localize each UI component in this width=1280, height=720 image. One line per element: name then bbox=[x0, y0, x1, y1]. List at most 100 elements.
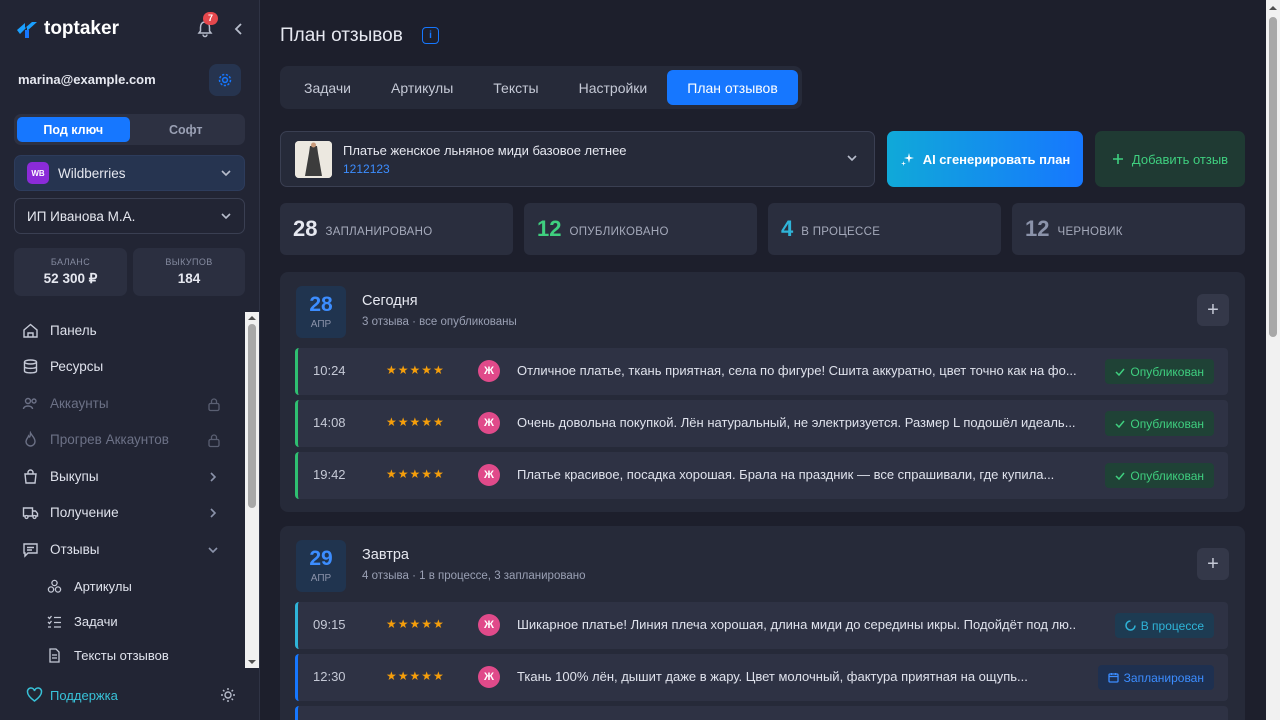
scroll-up-icon[interactable] bbox=[245, 313, 259, 323]
review-row[interactable]: 10:24 ★★★★★ Ж Отличное платье, ткань при… bbox=[295, 348, 1228, 395]
day-title: Сегодня bbox=[362, 293, 418, 309]
calendar-icon bbox=[1108, 673, 1119, 683]
review-row[interactable]: 14:08 ★★★★★ Ж Очень довольна покупкой. Л… bbox=[295, 400, 1228, 447]
support-label: Поддержка bbox=[50, 687, 118, 703]
ai-generate-label: AI сгенерировать план bbox=[922, 151, 1071, 167]
summary-in-progress: 4 В ПРОЦЕССЕ bbox=[768, 203, 1001, 255]
review-text: Очень довольна покупкой. Лён натуральный… bbox=[517, 415, 1076, 430]
status-badge: Опубликован bbox=[1105, 411, 1214, 436]
day-group-today: 28 АПР Сегодня 3 отзыва · все опубликова… bbox=[280, 272, 1245, 512]
status-label: Опубликован bbox=[1130, 364, 1204, 379]
day-group-tomorrow: 29 АПР Завтра 4 отзыва · 1 в процессе, 3… bbox=[280, 526, 1245, 720]
sidebar-subitem-label: Тексты отзывов bbox=[74, 648, 169, 663]
tab-settings[interactable]: Настройки bbox=[559, 70, 668, 105]
sidebar-item-accounts[interactable]: Аккаунты bbox=[22, 395, 109, 412]
date-day: 29 bbox=[309, 547, 333, 570]
sidebar-item-purchases[interactable]: Выкупы bbox=[22, 468, 99, 485]
review-row[interactable]: 19:42 ★★★★★ Ж Платье красивое, посадка х… bbox=[295, 452, 1228, 499]
support-link[interactable]: Поддержка bbox=[26, 687, 118, 703]
purchases-label: ВЫКУПОВ bbox=[165, 257, 213, 267]
add-review-to-day-button[interactable]: + bbox=[1197, 548, 1229, 580]
brand-name: toptaker bbox=[44, 18, 119, 39]
spinner-icon bbox=[1124, 620, 1136, 631]
sidebar-item-label: Отзывы bbox=[50, 542, 100, 557]
sidebar-subitem-tasks[interactable]: Задачи bbox=[46, 613, 118, 630]
scroll-thumb[interactable] bbox=[248, 324, 256, 508]
summary-label: ЗАПЛАНИРОВАНО bbox=[325, 226, 433, 238]
sidebar-item-label: Выкупы bbox=[50, 469, 99, 484]
review-time: 12:30 bbox=[313, 669, 346, 684]
summary-count: 12 bbox=[1025, 216, 1050, 241]
sidebar-subitem-articles[interactable]: Артикулы bbox=[46, 578, 132, 595]
review-row[interactable] bbox=[295, 706, 1228, 720]
page-scrollbar[interactable] bbox=[1266, 0, 1280, 720]
mode-turnkey[interactable]: Под ключ bbox=[17, 117, 130, 142]
tab-articles[interactable]: Артикулы bbox=[371, 70, 473, 105]
lock-icon bbox=[208, 398, 220, 412]
check-icon bbox=[1115, 472, 1125, 480]
tasks-icon bbox=[47, 615, 61, 628]
lock-icon bbox=[208, 434, 220, 448]
tab-tasks[interactable]: Задачи bbox=[284, 70, 371, 105]
balance-label: БАЛАНС bbox=[50, 257, 91, 267]
tab-review-plan[interactable]: План отзывов bbox=[667, 70, 798, 105]
scroll-down-icon[interactable] bbox=[245, 657, 259, 667]
review-row[interactable]: 12:30 ★★★★★ Ж Ткань 100% лён, дышит даже… bbox=[295, 654, 1228, 701]
status-label: В процессе bbox=[1140, 618, 1204, 633]
flame-icon bbox=[25, 431, 36, 447]
sidebar-item-panel[interactable]: Панель bbox=[22, 322, 97, 339]
tab-texts[interactable]: Тексты bbox=[473, 70, 558, 105]
mode-soft[interactable]: Софт bbox=[130, 117, 243, 142]
theme-toggle-icon[interactable] bbox=[220, 687, 236, 703]
date-day: 28 bbox=[309, 293, 333, 316]
day-subtitle: 4 отзыва · 1 в процессе, 3 запланировано bbox=[362, 570, 586, 582]
summary-count: 28 bbox=[293, 216, 318, 241]
gender-badge: Ж bbox=[478, 360, 500, 382]
tab-bar: Задачи Артикулы Тексты Настройки План от… bbox=[280, 66, 802, 109]
sparkles-icon bbox=[900, 152, 914, 166]
scroll-up-icon[interactable] bbox=[1266, 2, 1280, 14]
sidebar-item-label: Получение bbox=[50, 505, 119, 520]
entity-select[interactable]: ИП Иванова М.А. bbox=[14, 198, 245, 234]
marketplace-name: Wildberries bbox=[58, 165, 126, 181]
wildberries-logo: WB bbox=[27, 162, 49, 184]
info-icon[interactable]: i bbox=[422, 27, 439, 44]
summary-count: 4 bbox=[781, 216, 794, 241]
chat-icon bbox=[23, 543, 38, 558]
collapse-sidebar-icon[interactable] bbox=[232, 22, 244, 36]
truck-icon bbox=[22, 507, 39, 520]
logo[interactable]: toptaker bbox=[16, 18, 119, 40]
ai-generate-button[interactable]: AI сгенерировать план bbox=[887, 131, 1083, 187]
scroll-thumb[interactable] bbox=[1269, 17, 1277, 337]
dress-image bbox=[295, 141, 332, 178]
status-badge: В процессе bbox=[1114, 613, 1214, 638]
date-box: 28 АПР bbox=[296, 286, 346, 338]
review-text: Платье красивое, посадка хорошая. Брала … bbox=[517, 467, 1055, 482]
sidebar-scrollbar[interactable] bbox=[245, 312, 259, 668]
chevron-right-icon bbox=[210, 508, 217, 518]
sidebar-subitem-review-texts[interactable]: Тексты отзывов bbox=[46, 647, 169, 664]
product-sku: 1212123 bbox=[343, 162, 390, 176]
sidebar-item-label: Прогрев Аккаунтов bbox=[50, 432, 169, 447]
review-row[interactable]: 09:15 ★★★★★ Ж Шикарное платье! Линия пле… bbox=[295, 602, 1228, 649]
sidebar-item-resources[interactable]: Ресурсы bbox=[22, 358, 103, 375]
product-select[interactable]: Платье женское льняное миди базовое летн… bbox=[280, 131, 875, 187]
chevron-down-icon bbox=[208, 547, 218, 554]
chevron-down-icon bbox=[221, 213, 231, 220]
review-time: 14:08 bbox=[313, 415, 346, 430]
marketplace-select[interactable]: WB Wildberries bbox=[14, 155, 245, 191]
status-label: Опубликован bbox=[1130, 468, 1204, 483]
summary-count: 12 bbox=[537, 216, 562, 241]
chevron-right-icon bbox=[210, 472, 217, 482]
star-rating: ★★★★★ bbox=[386, 669, 445, 683]
date-month: АПР bbox=[310, 573, 332, 584]
review-time: 19:42 bbox=[313, 467, 346, 482]
settings-button[interactable] bbox=[209, 64, 241, 96]
sidebar: toptaker 7 marina@example.com Под ключ С… bbox=[0, 0, 260, 720]
add-review-button[interactable]: Добавить отзыв bbox=[1095, 131, 1245, 187]
sidebar-item-receiving[interactable]: Получение bbox=[22, 504, 119, 521]
sidebar-item-account-warmup[interactable]: Прогрев Аккаунтов bbox=[22, 431, 169, 448]
add-review-to-day-button[interactable]: + bbox=[1197, 294, 1229, 326]
sidebar-item-reviews[interactable]: Отзывы bbox=[22, 541, 99, 558]
status-label: Опубликован bbox=[1130, 416, 1204, 431]
